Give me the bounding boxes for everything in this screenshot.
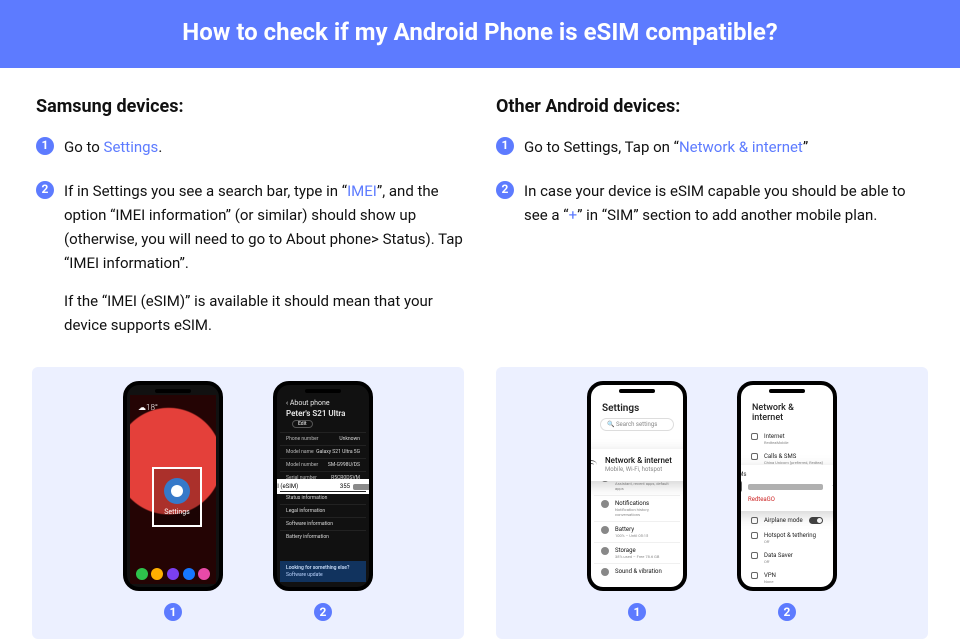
text: Go to Settings, Tap on “ (524, 138, 679, 156)
toggle-icon (809, 517, 823, 524)
settings-title: Settings (594, 395, 680, 418)
list-item: Hotspot & tetheringOff (744, 528, 830, 548)
list-item: Legal information (286, 508, 325, 514)
redacted-icon (748, 484, 823, 490)
list-item: Airplane mode (744, 513, 830, 528)
other-heading: Other Android devices: (496, 96, 924, 117)
samsung-heading: Samsung devices: (36, 96, 464, 117)
samsung-step-2: If in Settings you see a search bar, typ… (36, 179, 464, 337)
imei-link[interactable]: IMEI (347, 182, 377, 200)
about-phone-header: ‹ About phone (280, 395, 366, 409)
samsung-column: Samsung devices: Go to Settings. If in S… (36, 96, 464, 357)
content: Samsung devices: Go to Settings. If in S… (0, 68, 960, 357)
settings-app-highlight: Settings (152, 467, 202, 527)
text: If in Settings you see a search bar, typ… (64, 182, 347, 200)
label: Model number (286, 462, 318, 468)
imei-prefix: 355 (340, 483, 350, 490)
text: ” (803, 138, 808, 156)
text: ” in “SIM” section to add another mobile… (577, 206, 877, 224)
sims-label: SIMs (737, 471, 837, 478)
value: Unknown (339, 436, 360, 442)
list-item: Software information (286, 521, 333, 527)
edit-button: Edit (292, 420, 313, 428)
other-step-2: In case your device is eSIM capable you … (496, 179, 924, 227)
plus-icon: + (829, 481, 837, 492)
other-step-1: Go to Settings, Tap on “Network & intern… (496, 135, 924, 159)
imei-label: IMEI (eSIM) (273, 483, 298, 490)
sim-icon (737, 481, 742, 492)
phone-mock-samsung-home: ☁18° Settings (123, 381, 223, 591)
label: Phone number (286, 436, 318, 442)
shot-number-icon: 2 (314, 603, 332, 621)
phone-mock-about-phone: ‹ About phone Peter's S21 Ultra Edit Phon… (273, 381, 373, 591)
samsung-panel: ☁18° Settings 1 ‹ About phone Peter's S2… (32, 367, 464, 639)
value: Galaxy S21 Ultra 5G (316, 449, 360, 455)
settings-app-label: Settings (164, 508, 190, 516)
search-settings-field: 🔍 Search settings (600, 418, 674, 431)
other-shot-1: Settings 🔍 Search settings AppsAssistant… (587, 381, 687, 621)
network-internet-link[interactable]: Network & internet (679, 138, 803, 156)
samsung-steps: Go to Settings. If in Settings you see a… (36, 135, 464, 337)
other-panel: Settings 🔍 Search settings AppsAssistant… (496, 367, 928, 639)
network-internet-popout: Network & internet Mobile, Wi-Fi, hotspo… (587, 449, 687, 481)
list-item: Sound & vibration (594, 563, 680, 580)
redacted-icon (353, 484, 373, 490)
text: Go to (64, 138, 104, 156)
images-row: ☁18° Settings 1 ‹ About phone Peter's S2… (0, 367, 960, 639)
sim-carrier: RedteaGO (748, 496, 837, 503)
page-title: How to check if my Android Phone is eSIM… (182, 18, 777, 46)
sims-popout: SIMs + RedteaGO (737, 465, 837, 511)
value: SM-G998U/DS (328, 462, 360, 468)
network-internet-title: Network & internet (744, 395, 830, 429)
samsung-step-1: Go to Settings. (36, 135, 464, 159)
footer-card: Looking for something else?Software upda… (280, 561, 366, 582)
popout-subtitle: Mobile, Wi-Fi, hotspot (605, 466, 672, 473)
shot-number-icon: 1 (164, 603, 182, 621)
list-item: Data SaverOff (744, 548, 830, 568)
list-item: Storage38% used – Free 78.6 GB (594, 542, 680, 563)
other-shot-2: Network & internet InternetRedteaMobile … (737, 381, 837, 621)
page-banner: How to check if my Android Phone is eSIM… (0, 0, 960, 68)
other-column: Other Android devices: Go to Settings, T… (496, 96, 924, 357)
text: If the “IMEI (eSIM)” is available it sho… (64, 289, 464, 337)
settings-link[interactable]: Settings (104, 138, 159, 156)
wifi-icon (587, 460, 597, 470)
gear-icon (164, 478, 190, 504)
popout-title: Network & internet (605, 457, 672, 466)
list-item: Status information (286, 495, 327, 501)
samsung-shot-1: ☁18° Settings 1 (123, 381, 223, 621)
weather-widget: ☁18° (138, 403, 158, 412)
list-item: InternetRedteaMobile (744, 429, 830, 449)
other-steps: Go to Settings, Tap on “Network & intern… (496, 135, 924, 227)
list-item: VPNNone (744, 568, 830, 588)
phone-mock-network-internet: Network & internet InternetRedteaMobile … (737, 381, 837, 591)
label: Model name (286, 449, 314, 455)
list-item: Private DNS (744, 588, 830, 591)
plus-link[interactable]: + (569, 206, 578, 224)
phone-dock (134, 568, 212, 580)
samsung-shot-2: ‹ About phone Peter's S21 Ultra Edit Phon… (273, 381, 373, 621)
text: . (158, 138, 162, 156)
list-item: Battery100% – Until 05:15 (594, 521, 680, 542)
list-item: Battery information (286, 534, 329, 540)
shot-number-icon: 2 (778, 603, 796, 621)
phone-mock-settings: Settings 🔍 Search settings AppsAssistant… (587, 381, 687, 591)
list-item: NotificationsNotification history, conve… (594, 495, 680, 521)
shot-number-icon: 1 (628, 603, 646, 621)
device-name: Peter's S21 Ultra (286, 409, 345, 418)
